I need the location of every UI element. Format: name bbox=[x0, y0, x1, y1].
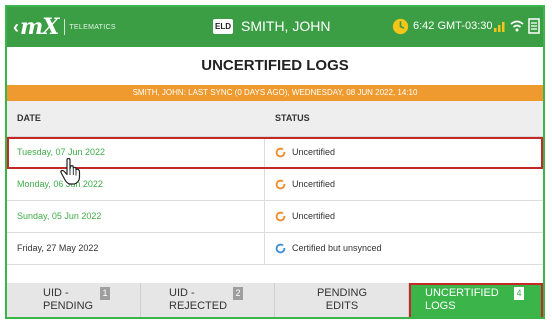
row-date: Monday, 06 Jun 2022 bbox=[7, 169, 265, 200]
sync-status-banner: SMITH, JOHN: LAST SYNC (0 DAYS AGO), WED… bbox=[7, 85, 543, 101]
tab-label-line1: UNCERTIFIED bbox=[425, 287, 499, 299]
top-bar: ‹ mX TELEMATICS ELD SMITH, JOHN 6:42 GMT… bbox=[7, 7, 543, 47]
row-status: Uncertified bbox=[265, 169, 543, 200]
date-column-header: DATE bbox=[17, 113, 41, 123]
app-logo[interactable]: ‹ mX TELEMATICS bbox=[13, 13, 116, 41]
status-column-header: STATUS bbox=[275, 113, 310, 123]
app-frame: ‹ mX TELEMATICS ELD SMITH, JOHN 6:42 GMT… bbox=[5, 5, 545, 319]
brand-logo: mX bbox=[20, 14, 59, 40]
table-row[interactable]: Friday, 27 May 2022 Certified but unsync… bbox=[7, 233, 543, 265]
tab-uid-rejected[interactable]: UID - REJECTED 2 bbox=[141, 283, 275, 317]
tab-label-line1: PENDING bbox=[316, 287, 368, 299]
table-row[interactable]: Sunday, 05 Jun 2022 Uncertified bbox=[7, 201, 543, 233]
log-icon[interactable] bbox=[528, 18, 540, 34]
bottom-tab-bar: UID - PENDING 1 UID - REJECTED 2 PENDING… bbox=[7, 283, 543, 317]
tab-label-line2: PENDING bbox=[43, 300, 94, 312]
logo-divider bbox=[64, 19, 66, 35]
tab-label: UNCERTIFIED LOGS bbox=[425, 287, 499, 313]
tab-label: UID - PENDING bbox=[43, 287, 93, 313]
row-date: Tuesday, 07 Jun 2022 bbox=[7, 137, 265, 168]
back-icon[interactable]: ‹ bbox=[13, 17, 19, 38]
table-row[interactable]: Tuesday, 07 Jun 2022 Uncertified bbox=[7, 137, 543, 169]
row-status-label: Uncertified bbox=[292, 147, 336, 157]
wifi-icon bbox=[510, 20, 524, 32]
tab-label-line1: UID - bbox=[169, 287, 195, 299]
tab-count-badge: 1 bbox=[100, 287, 110, 300]
tab-uncertified-logs[interactable]: UNCERTIFIED LOGS 4 bbox=[409, 283, 543, 317]
table-row[interactable]: Monday, 06 Jun 2022 Uncertified bbox=[7, 169, 543, 201]
unsynced-icon bbox=[275, 243, 286, 254]
tab-uid-pending[interactable]: UID - PENDING 1 bbox=[7, 283, 141, 317]
brand-tagline: TELEMATICS bbox=[69, 23, 116, 31]
clock-time: 6:42 GMT-03:30 bbox=[413, 20, 493, 32]
signal-icon bbox=[494, 22, 505, 32]
tab-count-badge: 4 bbox=[514, 287, 524, 300]
eld-badge[interactable]: ELD bbox=[213, 19, 233, 34]
clock-icon bbox=[392, 18, 409, 35]
driver-name[interactable]: SMITH, JOHN bbox=[241, 18, 330, 34]
page-title: UNCERTIFIED LOGS bbox=[201, 57, 349, 74]
tab-label-line2: EDITS bbox=[325, 300, 359, 312]
row-status-label: Uncertified bbox=[292, 179, 336, 189]
row-status-label: Certified but unsynced bbox=[292, 243, 382, 253]
row-status: Certified but unsynced bbox=[265, 233, 543, 264]
uncertified-logs-table: DATE STATUS Tuesday, 07 Jun 2022 Uncerti… bbox=[7, 101, 543, 265]
row-status-label: Uncertified bbox=[292, 211, 336, 221]
tab-label-line2: LOGS bbox=[425, 300, 456, 312]
uncertified-icon bbox=[275, 179, 286, 190]
tab-label-line2: REJECTED bbox=[169, 300, 228, 312]
tab-count-badge: 2 bbox=[233, 287, 243, 300]
row-date: Sunday, 05 Jun 2022 bbox=[7, 201, 265, 232]
uncertified-icon bbox=[275, 147, 286, 158]
table-header: DATE STATUS bbox=[7, 101, 543, 137]
row-status: Uncertified bbox=[265, 137, 543, 168]
tab-label: UID - REJECTED bbox=[169, 287, 227, 313]
row-status: Uncertified bbox=[265, 201, 543, 232]
tab-pending-edits[interactable]: PENDING EDITS bbox=[275, 283, 409, 317]
tab-label-line1: UID - bbox=[43, 287, 69, 299]
row-date: Friday, 27 May 2022 bbox=[7, 233, 265, 264]
tab-label: PENDING EDITS bbox=[311, 287, 373, 313]
hand-cursor-icon bbox=[60, 158, 81, 185]
uncertified-icon bbox=[275, 211, 286, 222]
